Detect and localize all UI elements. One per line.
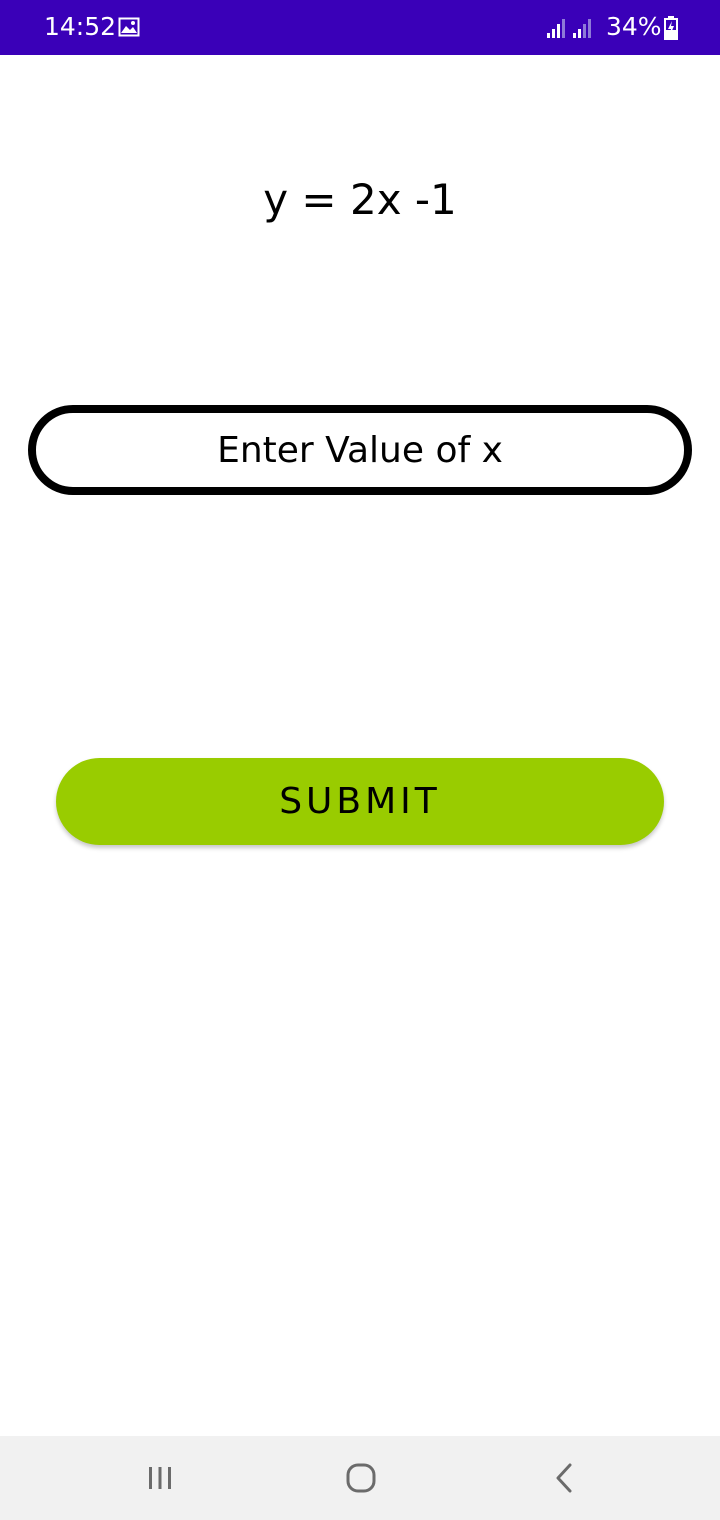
back-icon <box>556 1463 572 1493</box>
recent-apps-icon <box>149 1467 171 1489</box>
home-button[interactable] <box>337 1454 385 1502</box>
equation-text: y = 2x -1 <box>263 175 457 224</box>
back-button[interactable] <box>540 1454 588 1502</box>
app-screen: 14:52 34% y = 2x -1 Enter Value of x SUB… <box>0 0 720 1520</box>
submit-button[interactable]: SUBMIT <box>56 758 664 845</box>
status-time: 14:52 <box>44 12 117 41</box>
signal-icon <box>547 19 565 38</box>
x-value-field[interactable] <box>28 405 692 495</box>
gallery-icon <box>118 17 140 37</box>
navigation-bar <box>0 1436 720 1520</box>
x-value-input[interactable] <box>36 428 684 472</box>
battery-percentage: 34% <box>606 12 662 41</box>
signal-icon <box>573 19 591 38</box>
home-icon <box>346 1463 376 1493</box>
battery-charging-icon <box>664 16 678 40</box>
status-bar: 14:52 34% <box>0 0 720 55</box>
recent-apps-button[interactable] <box>136 1454 184 1502</box>
